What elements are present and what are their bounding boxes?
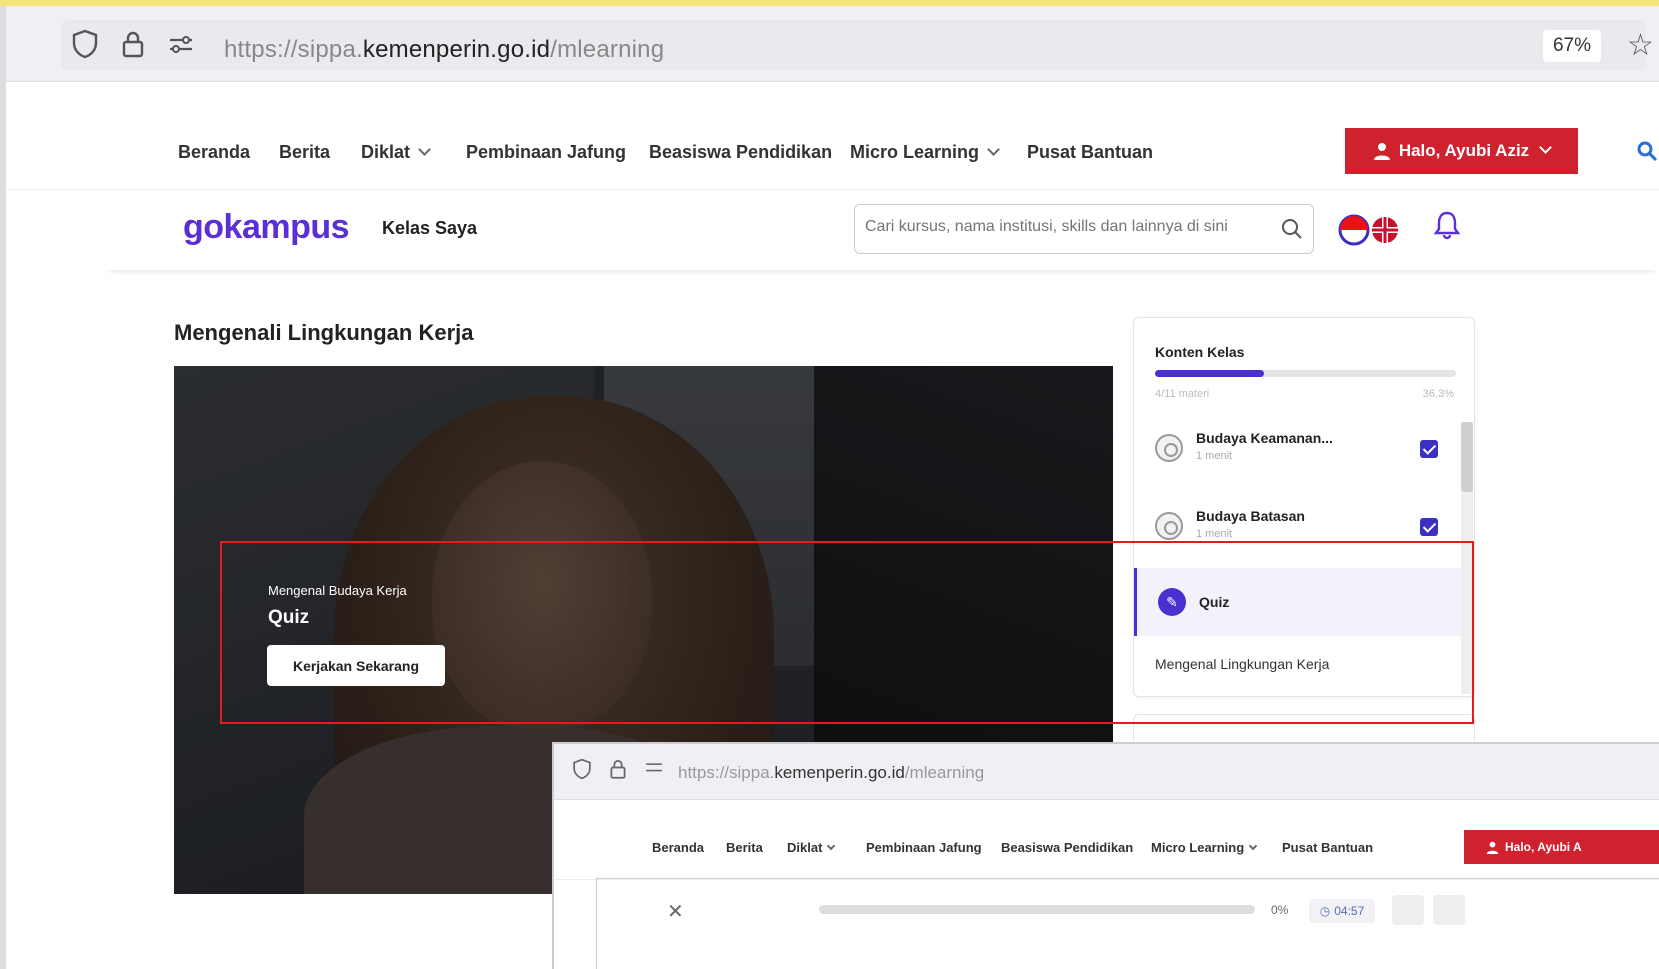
gokampus-logo[interactable]: gokampus bbox=[183, 208, 350, 247]
inset-user-button: Halo, Ayubi A bbox=[1464, 830, 1659, 864]
lock-icon[interactable] bbox=[116, 27, 150, 61]
inset-navbar: Beranda Berita Diklat Pembinaan Jafung B… bbox=[554, 800, 1659, 880]
inset-quiz-header: ✕ 0% ◷ 04:57 bbox=[596, 878, 1659, 969]
lesson-video-icon bbox=[1155, 512, 1183, 540]
search-icon[interactable] bbox=[1281, 218, 1303, 245]
main-navbar: Beranda Berita Diklat Pembinaan Jafung B… bbox=[6, 112, 1659, 190]
nav-pusat-bantuan[interactable]: Pusat Bantuan bbox=[1027, 142, 1153, 163]
inset-nav-label: Micro Learning bbox=[1151, 840, 1245, 855]
highlight-box bbox=[220, 541, 1474, 724]
progress-count: 4/11 materi bbox=[1155, 388, 1210, 400]
inset-progress-percent: 0% bbox=[1271, 903, 1289, 917]
inset-timer: ◷ 04:57 bbox=[1309, 899, 1375, 923]
lesson-item[interactable]: Budaya Keamanan... 1 menit bbox=[1134, 416, 1464, 482]
url-path: /mlearning bbox=[550, 36, 665, 63]
user-menu-label: Halo, Ayubi Aziz bbox=[1398, 141, 1530, 160]
nav-berita[interactable]: Berita bbox=[279, 142, 330, 163]
user-icon bbox=[1486, 841, 1499, 854]
shield-icon[interactable] bbox=[68, 27, 102, 61]
inset-url-text: https://sippa.kemenperin.go.id/mlearning bbox=[678, 763, 984, 783]
notification-bell-icon[interactable] bbox=[1433, 210, 1461, 245]
nav-beasiswa-pendidikan[interactable]: Beasiswa Pendidikan bbox=[649, 142, 832, 163]
inset-screenshot: https://sippa.kemenperin.go.id/mlearning… bbox=[552, 742, 1659, 969]
course-title: Mengenali Lingkungan Kerja bbox=[174, 320, 474, 345]
clock-icon: ◷ bbox=[1319, 904, 1331, 918]
lesson-title: Budaya Keamanan... bbox=[1196, 430, 1333, 446]
nav-micro-learning[interactable]: Micro Learning bbox=[850, 142, 1000, 163]
inset-url-domain: kemenperin.go.id bbox=[774, 763, 905, 782]
bookmark-star-icon[interactable]: ☆ bbox=[1627, 30, 1654, 62]
lesson-video-icon bbox=[1155, 434, 1183, 462]
progress-percent: 36.3% bbox=[1422, 388, 1454, 400]
chevron-down-icon bbox=[987, 143, 1000, 156]
prev-button bbox=[1392, 895, 1424, 925]
zoom-level[interactable]: 67% bbox=[1543, 30, 1601, 62]
inset-progress-bar bbox=[819, 905, 1255, 914]
nav-beranda[interactable]: Beranda bbox=[178, 142, 250, 163]
search-icon[interactable] bbox=[1636, 140, 1658, 167]
nav-diklat[interactable]: Diklat bbox=[361, 142, 431, 163]
gokampus-header: gokampus Kelas Saya bbox=[106, 190, 1659, 270]
inset-url-path: /mlearning bbox=[904, 763, 985, 782]
inset-nav-item: Micro Learning bbox=[1151, 840, 1258, 855]
inset-user-label: Halo, Ayubi A bbox=[1505, 840, 1582, 854]
close-icon: ✕ bbox=[667, 901, 684, 923]
chevron-down-icon bbox=[1248, 841, 1258, 851]
user-menu-button[interactable]: Halo, Ayubi Aziz bbox=[1345, 128, 1578, 174]
inset-timer-value: 04:57 bbox=[1334, 904, 1365, 918]
inset-nav-item: Berita bbox=[726, 840, 763, 855]
nav-diklat-label: Diklat bbox=[361, 142, 411, 162]
lesson-duration: 1 menit bbox=[1196, 528, 1233, 540]
inset-nav-label: Diklat bbox=[787, 840, 823, 855]
next-button bbox=[1433, 895, 1465, 925]
url-domain: kemenperin.go.id bbox=[362, 36, 551, 63]
chevron-down-icon bbox=[1539, 140, 1553, 154]
inset-url-prefix: https://sippa. bbox=[678, 763, 775, 782]
progress-bar-fill bbox=[1155, 370, 1265, 377]
inset-nav-item: Beranda bbox=[652, 840, 705, 855]
lesson-duration: 1 menit bbox=[1196, 450, 1233, 462]
user-icon bbox=[1373, 143, 1390, 160]
nav-micro-learning-label: Micro Learning bbox=[850, 142, 980, 162]
lesson-done-checkbox[interactable] bbox=[1420, 518, 1438, 536]
url-prefix: https://sippa. bbox=[224, 36, 363, 63]
inset-nav-item: Pusat Bantuan bbox=[1282, 840, 1374, 855]
permissions-icon[interactable] bbox=[164, 27, 198, 61]
kelas-saya-link[interactable]: Kelas Saya bbox=[382, 218, 477, 239]
panel-scrollbar-thumb[interactable] bbox=[1461, 422, 1473, 492]
course-search[interactable] bbox=[854, 204, 1314, 254]
panel-heading: Konten Kelas bbox=[1155, 344, 1245, 360]
chevron-down-icon bbox=[827, 841, 836, 851]
browser-toolbar: https://sippa.kemenperin.go.id/mlearning… bbox=[6, 6, 1659, 82]
inset-browser-toolbar: https://sippa.kemenperin.go.id/mlearning bbox=[554, 744, 1659, 800]
inset-nav-item: Beasiswa Pendidikan bbox=[1001, 840, 1134, 855]
lesson-done-checkbox[interactable] bbox=[1420, 440, 1438, 458]
permissions-icon bbox=[644, 758, 664, 781]
progress-bar bbox=[1155, 370, 1456, 377]
chevron-down-icon bbox=[418, 143, 431, 156]
lock-icon bbox=[609, 758, 627, 785]
shield-icon bbox=[572, 758, 592, 785]
url-text[interactable]: https://sippa.kemenperin.go.id/mlearning bbox=[224, 36, 664, 64]
inset-nav-item: Pembinaan Jafung bbox=[866, 840, 982, 855]
nav-pembinaan-jafung[interactable]: Pembinaan Jafung bbox=[466, 142, 626, 163]
language-switcher[interactable] bbox=[1337, 214, 1403, 246]
lesson-title: Budaya Batasan bbox=[1196, 508, 1305, 524]
course-search-input[interactable] bbox=[865, 218, 1270, 236]
inset-nav-item: Diklat bbox=[787, 840, 836, 855]
